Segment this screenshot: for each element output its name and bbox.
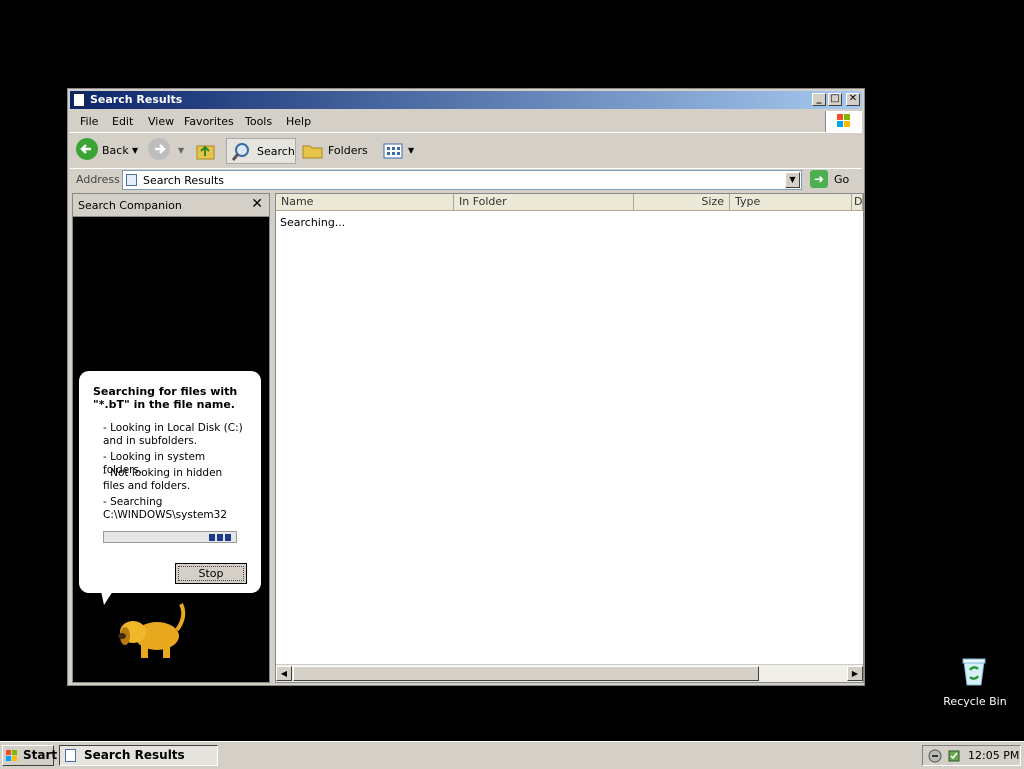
back-button[interactable]: Back [102, 138, 129, 164]
menu-bar: File Edit View Favorites Tools Help [70, 111, 862, 133]
views-icon[interactable]: ▼ [382, 138, 416, 164]
column-header-name[interactable]: Name [276, 194, 454, 211]
close-icon[interactable]: ✕ [251, 196, 263, 212]
horizontal-scrollbar[interactable]: ◀ ▶ [276, 664, 863, 682]
recycle-bin-shortcut[interactable]: Recycle Bin [940, 655, 1010, 715]
windows-logo-icon [825, 111, 862, 132]
scrollbar-thumb[interactable] [293, 666, 759, 681]
system-tray: 12:05 PM [922, 745, 1021, 766]
menu-tools[interactable]: Tools [245, 115, 272, 128]
folders-button[interactable]: Folders [302, 138, 372, 164]
back-arrow-icon[interactable] [76, 138, 98, 160]
menu-edit[interactable]: Edit [112, 115, 133, 128]
companion-title: Search Companion [78, 199, 182, 212]
scroll-right-icon[interactable]: ▶ [847, 666, 863, 681]
views-dropdown-icon: ▼ [408, 146, 415, 155]
clock[interactable]: 12:05 PM [968, 749, 1019, 762]
forward-dropdown-icon[interactable]: ▼ [178, 138, 184, 164]
address-input[interactable]: Search Results ▼ [122, 170, 802, 190]
companion-header: Search Companion ✕ [73, 194, 269, 217]
address-label: Address [76, 173, 120, 186]
go-label: Go [834, 173, 850, 186]
search-button-label: Search [257, 145, 295, 158]
results-pane: Name In Folder Size Type D Searching... … [275, 193, 864, 683]
back-dropdown-icon[interactable]: ▼ [132, 138, 138, 164]
column-header-size[interactable]: Size [634, 194, 730, 211]
search-detail-line: - Searching C:\WINDOWS\system32 [103, 496, 227, 521]
column-header-date[interactable]: D [852, 194, 863, 211]
windows-flag-icon [6, 749, 18, 761]
taskbar-item-search-results[interactable]: Search Results [59, 745, 218, 766]
search-results-icon [73, 93, 85, 107]
security-icon[interactable] [947, 749, 961, 766]
search-results-icon [126, 174, 137, 186]
column-header-in-folder[interactable]: In Folder [454, 194, 634, 211]
network-icon[interactable] [928, 749, 942, 766]
search-results-icon [65, 749, 76, 762]
address-value: Search Results [143, 174, 225, 187]
search-status-bubble: Searching for files with "*.bT" in the f… [79, 371, 261, 605]
menu-favorites[interactable]: Favorites [184, 115, 234, 128]
recycle-bin-label: Recycle Bin [943, 695, 1007, 708]
search-detail-line: - Looking in Local Disk (C:) and in subf… [103, 422, 243, 447]
address-dropdown-icon[interactable]: ▼ [785, 172, 800, 188]
search-progress-bar [103, 531, 237, 543]
window-title: Search Results [90, 93, 183, 106]
title-bar[interactable]: Search Results _ □ ✕ [70, 91, 862, 109]
search-companion-pane: Search Companion ✕ Searching for files w… [72, 193, 270, 683]
explorer-window: Search Results _ □ ✕ File Edit View Favo… [67, 88, 865, 686]
recycle-bin-icon [961, 657, 987, 687]
folder-up-icon[interactable] [194, 138, 218, 164]
taskbar-item-label: Search Results [84, 748, 185, 762]
start-label: Start [23, 748, 58, 762]
maximize-button[interactable]: □ [828, 93, 842, 106]
go-button[interactable]: ➜ Go [810, 169, 860, 190]
address-bar: Address Search Results ▼ ➜ Go [70, 169, 862, 191]
taskbar: Start Search Results 12:05 PM [0, 741, 1024, 769]
menu-help[interactable]: Help [286, 115, 311, 128]
go-arrow-icon: ➜ [810, 170, 828, 188]
folders-button-label: Folders [328, 144, 368, 157]
forward-arrow-icon[interactable] [148, 138, 170, 160]
search-detail-line: - Not looking in hidden files and folder… [103, 467, 223, 492]
menu-view[interactable]: View [148, 115, 174, 128]
minimize-button[interactable]: _ [812, 93, 826, 106]
search-button[interactable]: Search [226, 138, 296, 164]
column-header-type[interactable]: Type [730, 194, 852, 211]
search-dog-icon[interactable] [111, 594, 191, 664]
toolbar: Back ▼ ▼ Search Folders ▼ [70, 134, 862, 169]
search-heading: Searching for files with "*.bT" in the f… [93, 385, 238, 411]
searching-status: Searching... [280, 216, 346, 229]
start-button[interactable]: Start [2, 745, 58, 766]
menu-file[interactable]: File [80, 115, 98, 128]
close-button[interactable]: ✕ [846, 93, 860, 106]
scroll-left-icon[interactable]: ◀ [276, 666, 292, 681]
stop-button[interactable]: Stop [175, 563, 247, 584]
